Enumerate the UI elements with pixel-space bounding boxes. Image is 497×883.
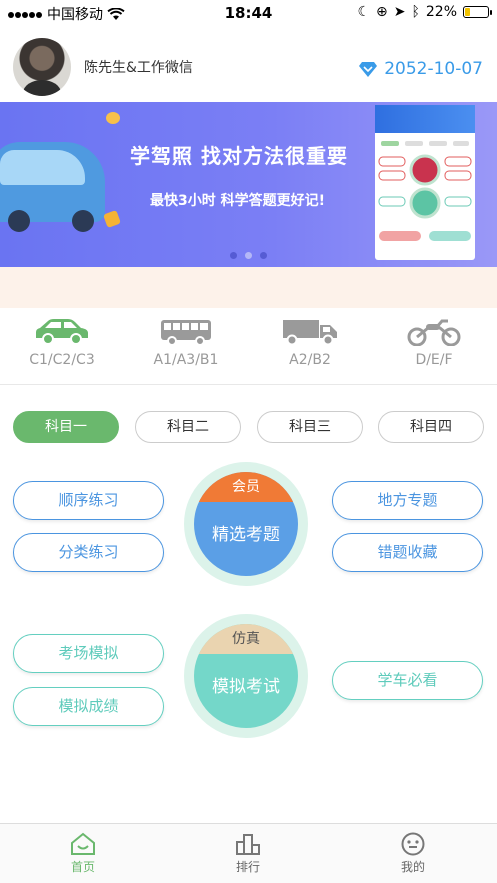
nav-label: 排行 (235, 860, 260, 874)
promo-banner[interactable]: 学驾照 找对方法很重要 最快3小时 科学答题更好记! (0, 102, 497, 267)
divider (0, 384, 497, 385)
avatar-shirt (23, 80, 61, 96)
mock-exam-title: 模拟考试 (212, 677, 280, 697)
nav-ranking[interactable]: 排行 (208, 832, 288, 875)
license-tab-d[interactable]: D/E/F (372, 318, 496, 368)
car-illustration (0, 142, 105, 232)
featured-title: 精选考题 (212, 525, 280, 545)
truck-icon (283, 320, 337, 346)
license-label: C1/C2/C3 (29, 352, 95, 368)
bottom-nav: 首页 排行 我的 (0, 823, 497, 883)
battery-fill (465, 8, 470, 16)
coin-decoration (103, 210, 121, 228)
car-window (0, 150, 85, 185)
bus-icon (161, 320, 211, 346)
pager-dot[interactable] (245, 252, 252, 259)
nav-label: 首页 (70, 860, 95, 874)
motorcycle-icon (407, 319, 461, 346)
subject-tab-2[interactable]: 科目二 (135, 411, 241, 443)
status-bar: 中国移动 18:44 ☾ ⊕ ➤ ᛒ 22% (0, 0, 497, 26)
banner-title: 学驾照 找对方法很重要 (130, 144, 348, 168)
app-preview-image (375, 105, 475, 260)
license-label: D/E/F (415, 352, 453, 368)
sequential-practice-button[interactable]: 顺序练习 (13, 481, 164, 520)
coin-decoration (106, 112, 120, 124)
battery-icon (463, 6, 492, 18)
pager-dot[interactable] (230, 252, 237, 259)
profile-face-icon (401, 832, 425, 856)
expiry-date: 2052-10-07 (384, 59, 483, 79)
status-right: ☾ ⊕ ➤ ᛒ 22% (357, 4, 492, 20)
license-tab-c[interactable]: C1/C2/C3 (0, 318, 124, 368)
simulation-badge: 仿真 (194, 624, 298, 654)
banner-subtitle: 最快3小时 科学答题更好记! (150, 193, 325, 209)
location-icon: ➤ (393, 4, 406, 20)
username: 陈先生&工作微信 (84, 60, 193, 76)
featured-core: 会员 精选考题 (194, 472, 298, 576)
banner-pager[interactable] (0, 252, 497, 259)
moon-icon: ☾ (357, 4, 370, 20)
subject-tab-4[interactable]: 科目四 (378, 411, 484, 443)
home-icon (71, 832, 95, 855)
member-badge: 会员 (194, 472, 298, 502)
simulation-scores-button[interactable]: 模拟成绩 (13, 687, 164, 726)
battery-percent: 22% (425, 4, 457, 20)
featured-questions-button[interactable]: 会员 精选考题 (184, 462, 308, 586)
license-label: A1/A3/B1 (153, 352, 219, 368)
mock-exam-core: 仿真 模拟考试 (194, 624, 298, 728)
nav-home[interactable]: 首页 (43, 832, 123, 875)
ranking-icon (236, 834, 260, 855)
regional-topics-button[interactable]: 地方专题 (332, 481, 483, 520)
app-preview-header (375, 105, 475, 133)
lock-rotation-icon: ⊕ (376, 4, 388, 20)
notice-strip (0, 267, 497, 308)
venue-simulation-button[interactable]: 考场模拟 (13, 634, 164, 673)
nav-label: 我的 (400, 860, 425, 874)
membership-expiry[interactable]: 2052-10-07 (358, 59, 483, 79)
license-tab-b[interactable]: A2/B2 (248, 318, 372, 368)
diamond-icon (359, 61, 378, 77)
pager-dot[interactable] (260, 252, 267, 259)
mistake-collection-button[interactable]: 错题收藏 (332, 533, 483, 572)
car-wheel (8, 210, 30, 232)
category-practice-button[interactable]: 分类练习 (13, 533, 164, 572)
subject-tab-1[interactable]: 科目一 (13, 411, 119, 443)
license-label: A2/B2 (289, 352, 331, 368)
must-watch-button[interactable]: 学车必看 (332, 661, 483, 700)
bluetooth-icon: ᛒ (411, 4, 420, 20)
subject-tab-3[interactable]: 科目三 (257, 411, 363, 443)
app-preview-content (378, 141, 472, 241)
license-tab-a[interactable]: A1/A3/B1 (124, 318, 248, 368)
nav-profile[interactable]: 我的 (373, 832, 453, 875)
car-icon (36, 319, 88, 345)
avatar[interactable] (13, 38, 71, 96)
mock-exam-button[interactable]: 仿真 模拟考试 (184, 614, 308, 738)
car-wheel (72, 210, 94, 232)
